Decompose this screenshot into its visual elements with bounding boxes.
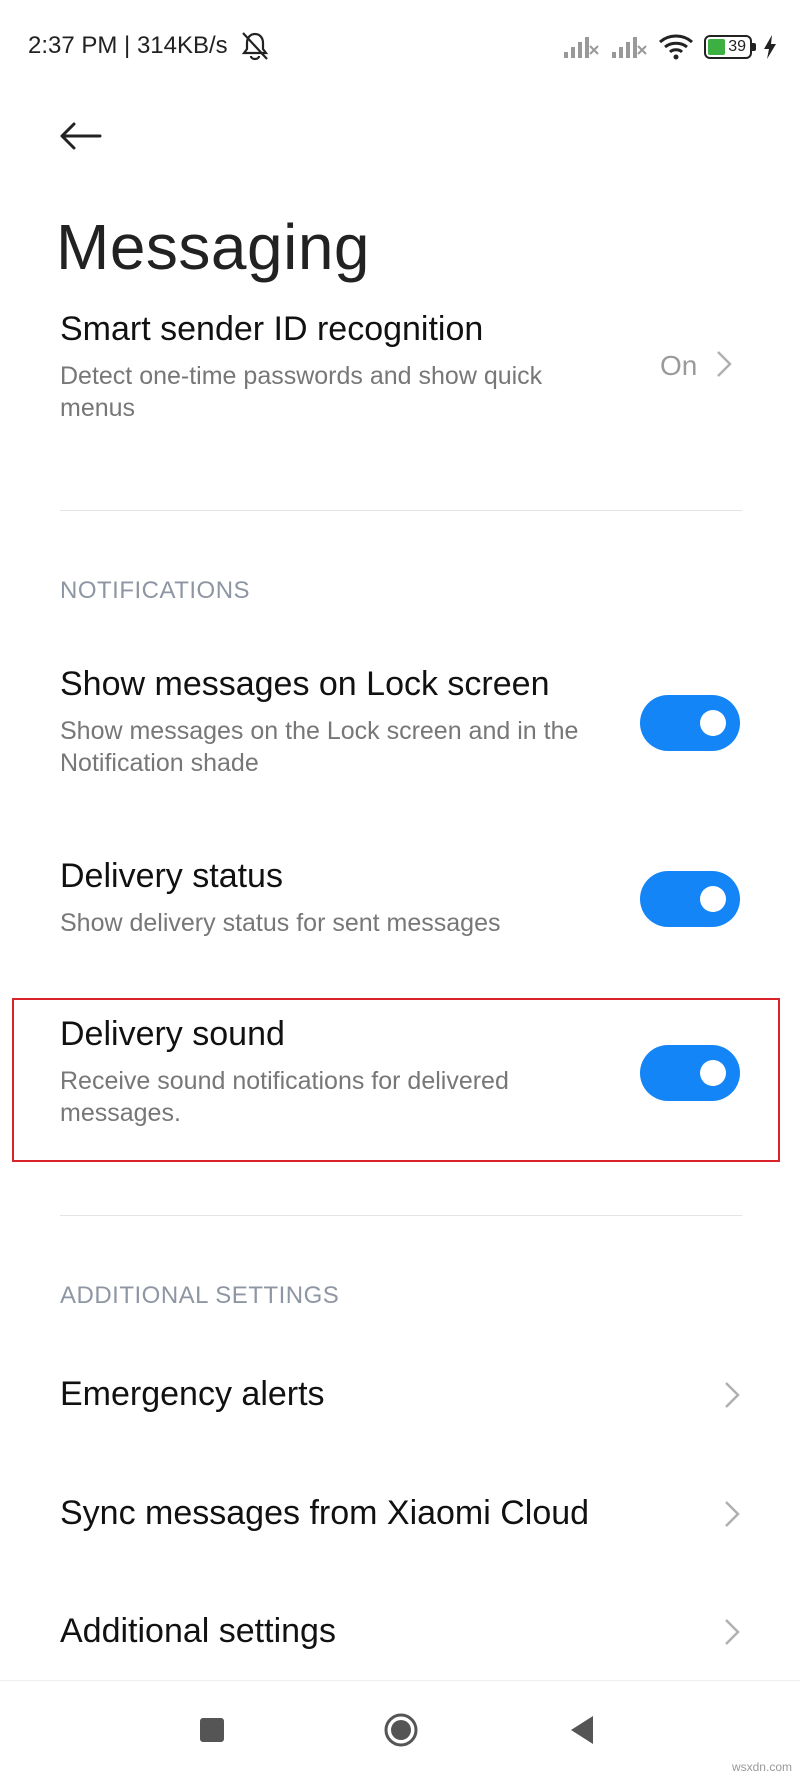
- toggle-knob: [700, 710, 726, 736]
- lock-screen-toggle[interactable]: [640, 695, 740, 751]
- emergency-alerts-item[interactable]: Emergency alerts: [0, 1355, 800, 1435]
- back-button[interactable]: [52, 112, 108, 160]
- additional-settings-item[interactable]: Additional settings: [0, 1592, 800, 1672]
- notifications-header: NOTIFICATIONS: [60, 577, 251, 604]
- signal-icon: [564, 37, 599, 58]
- sync-cloud-item[interactable]: Sync messages from Xiaomi Cloud: [0, 1474, 800, 1554]
- sync-cloud-title: Sync messages from Xiaomi Cloud: [60, 1494, 590, 1532]
- smart-sender-subtitle: Detect one-time passwords and show quick…: [60, 362, 543, 422]
- status-bar: 2:37 PM | 314KB/s 39: [0, 0, 800, 96]
- lock-screen-subtitle: Show messages on the Lock screen and in …: [60, 717, 579, 777]
- toggle-knob: [700, 886, 726, 912]
- chevron-right-icon: [725, 1382, 740, 1408]
- highlight-box: [12, 998, 780, 1162]
- watermark: wsxdn.com: [731, 1760, 792, 1774]
- smart-sender-title: Smart sender ID recognition: [60, 310, 484, 348]
- bell-off-icon: [241, 32, 269, 61]
- battery-level: 39: [728, 38, 746, 55]
- signal-icon-2: [612, 37, 647, 58]
- chevron-right-icon: [725, 1619, 740, 1645]
- additional-settings-title: Additional settings: [60, 1612, 336, 1650]
- delivery-status-title: Delivery status: [60, 857, 283, 895]
- divider: [60, 510, 742, 511]
- recent-apps-button[interactable]: [200, 1718, 224, 1742]
- status-icons: 39: [562, 30, 778, 64]
- nav-back-button[interactable]: [569, 1714, 595, 1746]
- status-time-speed: 2:37 PM | 314KB/s: [28, 32, 228, 59]
- delivery-status-toggle[interactable]: [640, 871, 740, 927]
- delivery-status-item[interactable]: Delivery status Show delivery status for…: [0, 852, 800, 952]
- arrow-left-icon: [60, 122, 102, 150]
- smart-sender-item[interactable]: Smart sender ID recognition Detect one-t…: [0, 305, 800, 455]
- additional-settings-header: ADDITIONAL SETTINGS: [60, 1282, 340, 1309]
- home-button[interactable]: [383, 1712, 419, 1748]
- lock-screen-title: Show messages on Lock screen: [60, 665, 550, 703]
- smart-sender-value: On: [660, 350, 698, 381]
- chevron-right-icon: [717, 351, 732, 377]
- battery-icon: 39: [704, 35, 756, 59]
- charging-icon: [764, 35, 776, 59]
- emergency-alerts-title: Emergency alerts: [60, 1375, 325, 1413]
- delivery-status-subtitle: Show delivery status for sent messages: [60, 909, 501, 937]
- chevron-right-icon: [725, 1501, 740, 1527]
- divider: [60, 1215, 742, 1216]
- wifi-icon: [659, 34, 693, 60]
- lock-screen-item[interactable]: Show messages on Lock screen Show messag…: [0, 660, 800, 790]
- page-title: Messaging: [56, 211, 370, 283]
